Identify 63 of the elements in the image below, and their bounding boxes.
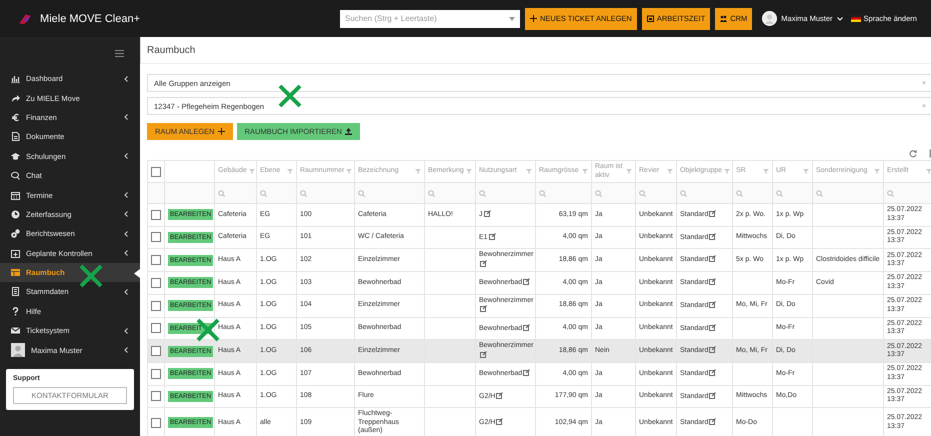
bar-chart-icon — [11, 74, 20, 84]
edit-icon[interactable] — [709, 210, 716, 217]
chevron-down-icon — [836, 16, 843, 20]
euro-icon — [11, 112, 20, 122]
upload-icon — [344, 128, 352, 135]
plus-icon — [530, 15, 537, 22]
calendar-icon — [11, 190, 20, 200]
edit-icon[interactable] — [523, 324, 530, 330]
graduation-cap-icon — [11, 152, 20, 161]
cross-mark-icon — [277, 83, 303, 109]
checkbox[interactable] — [151, 368, 161, 379]
envelope-icon — [11, 326, 20, 336]
checkbox[interactable] — [151, 166, 161, 176]
edit-icon[interactable] — [480, 350, 487, 358]
share-arrow-icon — [11, 94, 20, 103]
edit-icon[interactable] — [523, 278, 530, 285]
chat-icon — [11, 171, 20, 180]
edit-icon[interactable] — [709, 346, 716, 354]
edit-icon[interactable] — [488, 232, 496, 240]
edit-icon[interactable] — [709, 324, 716, 330]
plus-icon — [218, 128, 225, 135]
document-icon — [11, 132, 20, 142]
edit-icon[interactable] — [523, 369, 530, 376]
edit-icon[interactable] — [480, 305, 487, 312]
checkbox[interactable] — [151, 278, 161, 288]
edit-icon[interactable] — [709, 278, 716, 285]
search-field[interactable]: Suchen (Strg + Leertaste) — [340, 10, 520, 28]
checkbox[interactable] — [151, 232, 161, 242]
pointer-icon — [134, 268, 140, 278]
menu-icon[interactable] — [115, 50, 124, 57]
calendar-plus-icon — [11, 248, 20, 258]
page-title: Raumbuch — [140, 37, 931, 64]
clock-icon — [11, 210, 20, 219]
calendar-icon — [646, 15, 654, 22]
edit-icon[interactable] — [480, 260, 487, 266]
checkbox[interactable] — [151, 418, 161, 428]
edit-icon[interactable] — [496, 418, 504, 425]
refresh-icon[interactable] — [909, 149, 917, 158]
question-mark-icon — [11, 306, 20, 316]
table-icon — [11, 268, 20, 278]
avatar-icon — [762, 11, 778, 26]
cross-mark-icon — [78, 263, 104, 289]
edit-icon[interactable] — [709, 255, 716, 262]
building-icon — [11, 287, 20, 296]
edit-icon[interactable] — [709, 232, 716, 240]
edit-icon[interactable] — [709, 300, 716, 308]
checkbox[interactable] — [151, 346, 161, 356]
gears-icon — [11, 229, 20, 238]
edit-icon[interactable] — [709, 418, 716, 425]
caret-icon — [509, 16, 515, 20]
checkbox[interactable] — [151, 255, 161, 265]
edit-icon[interactable] — [496, 392, 504, 398]
flag-icon — [850, 15, 861, 22]
checkbox[interactable] — [151, 391, 161, 402]
edit-icon[interactable] — [709, 369, 716, 376]
app-title: Miele MOVE Clean+ — [40, 12, 140, 24]
edit-icon[interactable] — [484, 210, 490, 217]
avatar-icon — [11, 343, 25, 358]
checkbox[interactable] — [151, 300, 161, 310]
checkbox[interactable] — [151, 323, 161, 334]
edit-icon[interactable] — [709, 392, 716, 398]
checkbox[interactable] — [151, 210, 161, 220]
people-icon — [720, 15, 728, 22]
